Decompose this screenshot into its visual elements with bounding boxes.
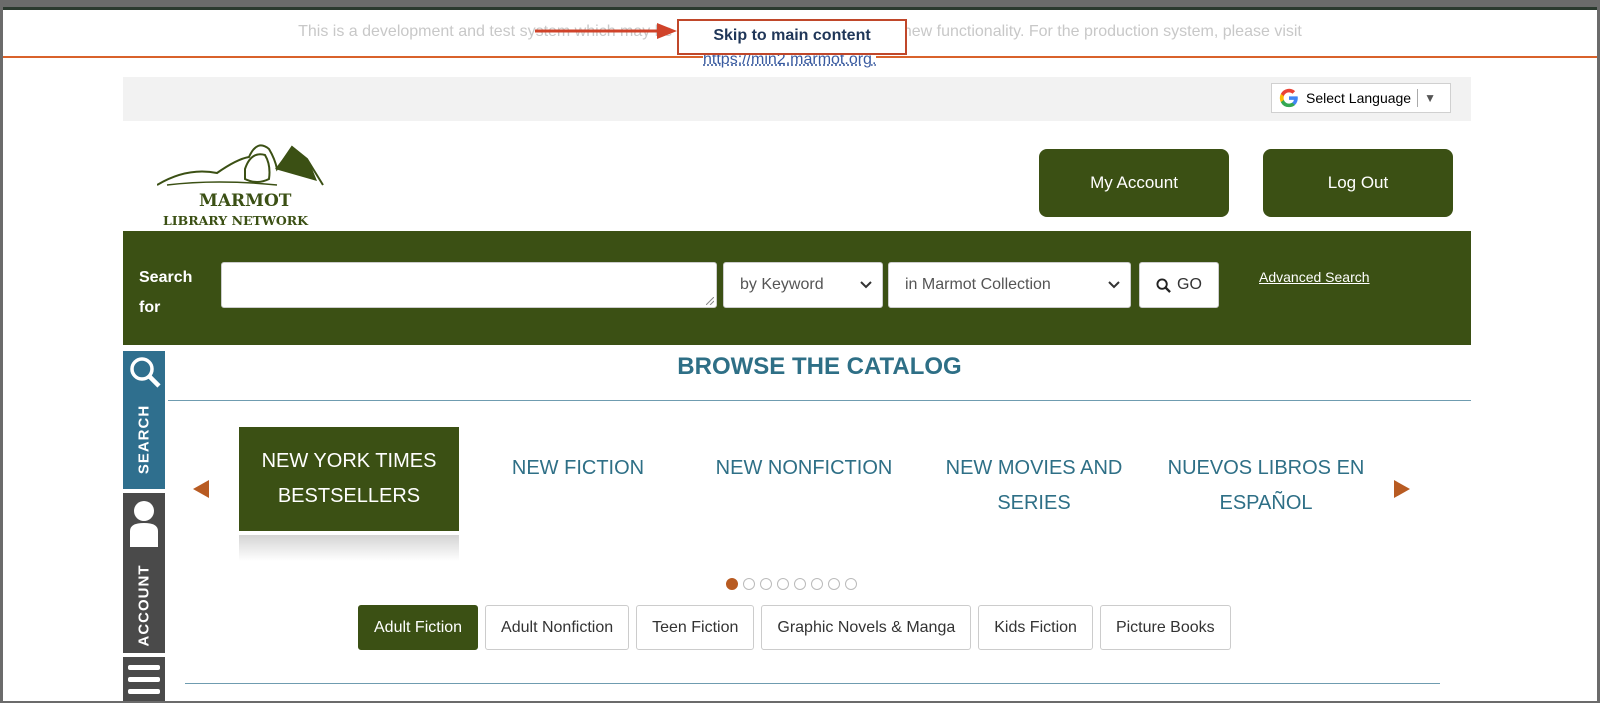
marmot-mountain-icon: MARMOT LIBRARY NETWORK: [156, 144, 324, 228]
browse-catalog-title: BROWSE THE CATALOG: [677, 353, 962, 380]
carousel-dot[interactable]: [777, 578, 789, 590]
search-input[interactable]: [221, 262, 717, 308]
search-for-label: Search for: [139, 269, 193, 316]
resize-handle-icon[interactable]: [706, 297, 714, 305]
tab-kids-fiction[interactable]: Kids Fiction: [978, 605, 1093, 650]
search-scope-select[interactable]: in Marmot Collection: [888, 262, 1131, 308]
chevron-down-icon: ▼: [1424, 91, 1436, 105]
go-label: GO: [1177, 276, 1202, 293]
carousel-dot[interactable]: [845, 578, 857, 590]
browser-viewport: This is a development and test system wh…: [3, 7, 1597, 701]
search-go-button[interactable]: GO: [1139, 262, 1219, 308]
category-new-fiction[interactable]: NEW FICTION: [478, 451, 678, 486]
chevron-down-icon: [1108, 281, 1120, 289]
tab-picture-books[interactable]: Picture Books: [1099, 605, 1231, 650]
logo-line1: MARMOT: [199, 191, 292, 211]
annotation-arrow-icon: [535, 23, 677, 39]
sidebar-account-tab[interactable]: ACCOUNT: [123, 493, 165, 653]
skip-to-main-content-link[interactable]: Skip to main content: [677, 19, 907, 55]
category-label: NEW NONFICTION: [715, 457, 893, 479]
bottom-divider: [185, 683, 1440, 684]
subcategory-tabs: Adult Fiction Adult Nonfiction Teen Fict…: [358, 605, 1231, 650]
language-bar: Select Language ▼: [123, 77, 1471, 121]
search-type-value: by Keyword: [740, 276, 824, 293]
search-icon: [1156, 277, 1171, 293]
log-out-button[interactable]: Log Out: [1263, 149, 1453, 217]
main-content: BROWSE THE CATALOG NEW YORK TIMES BESTSE…: [168, 345, 1471, 701]
category-reflection: [239, 535, 459, 561]
my-account-button[interactable]: My Account: [1039, 149, 1229, 217]
category-new-movies[interactable]: NEW MOVIES AND SERIES: [934, 451, 1134, 521]
sidebar-search-tab[interactable]: SEARCH: [123, 351, 165, 489]
marmot-logo[interactable]: MARMOT LIBRARY NETWORK: [156, 129, 327, 229]
sidebar-account-label: ACCOUNT: [135, 564, 153, 647]
search-icon: [130, 357, 161, 388]
category-label: NEW MOVIES AND SERIES: [945, 457, 1123, 514]
carousel-dot[interactable]: [811, 578, 823, 590]
carousel-dot[interactable]: [828, 578, 840, 590]
category-nyt-bestsellers[interactable]: NEW YORK TIMES BESTSELLERS: [239, 427, 459, 531]
menu-icon: [128, 665, 160, 694]
language-select[interactable]: Select Language ▼: [1271, 83, 1451, 113]
language-select-label: Select Language: [1306, 90, 1412, 106]
tab-adult-nonfiction[interactable]: Adult Nonfiction: [485, 605, 630, 650]
search-type-select[interactable]: by Keyword: [723, 262, 883, 308]
category-label: NEW YORK TIMES BESTSELLERS: [261, 450, 437, 507]
tab-adult-fiction[interactable]: Adult Fiction: [358, 605, 479, 650]
language-select-divider: [1417, 89, 1419, 107]
category-new-nonfiction[interactable]: NEW NONFICTION: [704, 451, 904, 486]
carousel-prev-icon[interactable]: [193, 480, 209, 498]
tab-graphic-novels[interactable]: Graphic Novels & Manga: [761, 605, 972, 650]
carousel-dot[interactable]: [760, 578, 772, 590]
carousel-pagination: [726, 578, 857, 590]
site-header: MARMOT LIBRARY NETWORK My Account Log Ou…: [123, 121, 1471, 231]
window-top-strip: [3, 7, 1597, 10]
logo-line2: LIBRARY NETWORK: [163, 213, 309, 228]
carousel-next-icon[interactable]: [1394, 480, 1410, 498]
carousel-dot[interactable]: [743, 578, 755, 590]
sidebar-menu-tab[interactable]: [123, 657, 165, 701]
carousel-dot[interactable]: [726, 578, 738, 590]
carousel-dot[interactable]: [794, 578, 806, 590]
search-bar: Search for by Keyword in Marmot Collecti…: [123, 231, 1471, 345]
user-icon: [130, 501, 158, 547]
advanced-search-link[interactable]: Advanced Search: [1259, 269, 1370, 285]
tab-teen-fiction[interactable]: Teen Fiction: [636, 605, 755, 650]
title-divider: [168, 400, 1471, 401]
category-label: NUEVOS LIBROS EN ESPAÑOL: [1167, 457, 1365, 514]
google-icon: [1279, 88, 1298, 108]
category-label: NEW FICTION: [511, 457, 645, 479]
search-scope-value: in Marmot Collection: [905, 276, 1051, 293]
category-nuevos-libros[interactable]: NUEVOS LIBROS EN ESPAÑOL: [1166, 451, 1366, 521]
chevron-down-icon: [860, 281, 872, 289]
sidebar-search-label: SEARCH: [135, 404, 153, 475]
